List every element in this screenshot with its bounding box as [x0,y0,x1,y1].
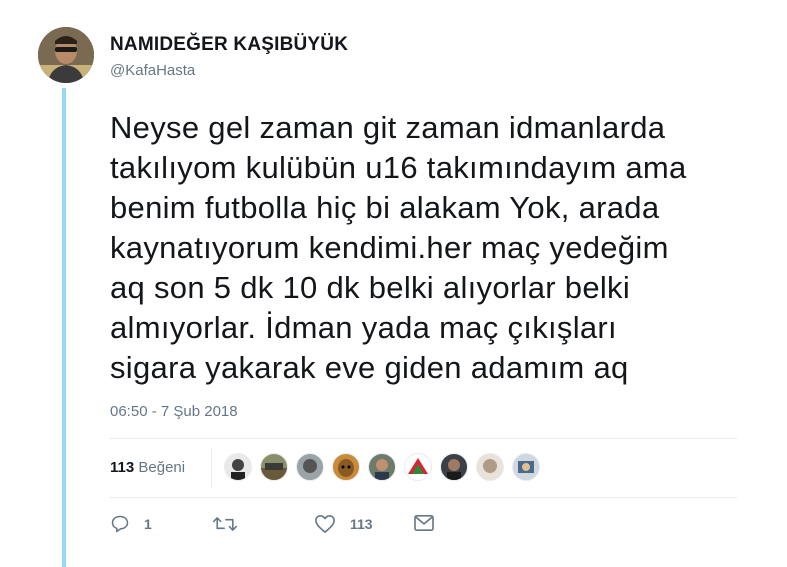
avatar[interactable] [38,27,94,83]
reply-button[interactable]: 1 [110,514,152,534]
like-count: 113 [350,516,373,532]
direct-message-button[interactable] [413,514,435,532]
stats-separator [211,448,212,488]
retweet-button[interactable] [212,514,252,534]
likes-count: 113 [110,459,135,476]
likes-summary[interactable]: 113 Beğeni [110,459,185,476]
liker-avatars [224,453,548,481]
divider-top [110,438,737,439]
liker-avatar[interactable] [404,453,432,481]
tweet-text: Neyse gel zaman git zaman idmanlarda tak… [110,110,687,385]
like-icon [315,515,335,533]
profile-photo [38,27,94,83]
thread-connector-line [62,88,66,567]
user-handle[interactable]: @KafaHasta [110,62,195,79]
liker-avatar[interactable] [368,453,396,481]
divider-bottom [110,497,737,498]
like-button[interactable]: 113 [314,514,373,534]
message-icon [414,514,434,532]
liker-avatar[interactable] [512,453,540,481]
liker-avatar[interactable] [260,453,288,481]
tweet-timestamp[interactable]: 06:50 - 7 Şub 2018 [110,403,238,420]
liker-avatar[interactable] [296,453,324,481]
liker-avatar[interactable] [476,453,504,481]
liker-avatar[interactable] [224,453,252,481]
display-name[interactable]: NAMIDEĞER KAŞIBÜYÜK [110,34,348,56]
liker-avatar[interactable] [332,453,360,481]
reply-icon [111,515,129,533]
liker-avatar[interactable] [440,453,468,481]
likes-label: Beğeni [138,459,186,476]
retweet-icon [212,517,238,531]
reply-count: 1 [144,516,152,532]
